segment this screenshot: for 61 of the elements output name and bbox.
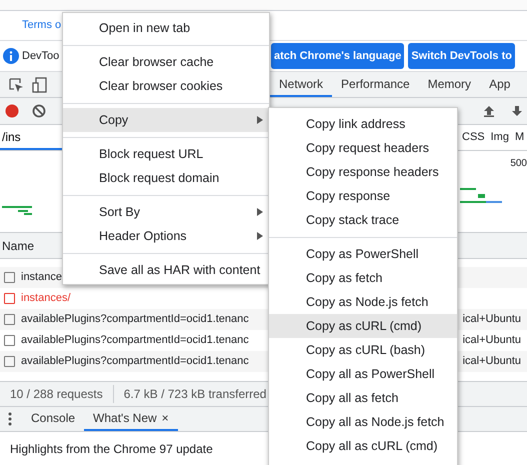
table-cell-text: availablePlugins?compartmentId=ocid1.tenanc [21,354,249,370]
panel-tab[interactable]: Performance [332,72,419,97]
menu-item[interactable]: Copy [63,108,269,132]
panel-tab[interactable]: Memory [418,72,480,97]
table-cell-text: ical+Ubuntu [462,333,521,348]
type-filter[interactable]: CSS [459,129,488,146]
menu-item[interactable]: Copy all as PowerShell [269,362,457,386]
column-header[interactable]: Name [2,236,34,254]
table-cell-text: ical+Ubuntu [462,354,521,370]
language-button[interactable]: atch Chrome's language [271,42,404,70]
tab-label[interactable]: What's New [93,409,157,427]
upload-icon[interactable] [483,105,495,117]
menu-item[interactable]: Clear browser cache [63,50,269,74]
menu-item[interactable]: Block request domain [63,166,269,190]
device-icon[interactable] [32,76,48,92]
menu-item[interactable]: Copy response headers [269,160,457,184]
table-cell-text: ical+Ubuntu [462,312,521,328]
menu-item[interactable]: Block request URL [63,142,269,166]
table-cell-text: instances/ [21,291,71,306]
menu-item[interactable]: Clear browser cookies [63,74,269,98]
table-cell-text: availablePlugins?compartmentId=ocid1.tenanc [21,333,249,348]
more-icon[interactable] [8,412,12,426]
download-icon[interactable] [511,105,523,117]
panel-tab[interactable]: App [480,72,520,97]
row-checkbox[interactable] [4,293,15,304]
type-filter[interactable]: Img [488,129,512,146]
menu-item[interactable]: Copy as fetch [269,266,457,290]
menu-item[interactable]: Copy request headers [269,136,457,160]
drawer-tab[interactable]: Console [22,407,84,431]
whats-new-text: Highlights from the Chrome 97 update [10,442,213,456]
menu-item[interactable]: Save all as HAR with content [63,258,269,282]
language-button[interactable]: Switch DevTools to [408,42,515,70]
menu-item[interactable]: Copy stack trace [269,208,457,232]
table-cell-text: availablePlugins?compartmentId=ocid1.tenanc [21,312,249,328]
timeline-bars-drawing [460,188,502,206]
timeline-tick: 500 [510,157,527,171]
table-cell-text: instance [21,270,62,286]
menu-item[interactable]: Copy as Node.js fetch [269,290,457,314]
timeline-bars-drawing [2,206,34,216]
infobar-text: DevToo [22,48,60,64]
inspect-icon[interactable] [8,76,24,92]
drawer-tab[interactable]: What's New × [84,407,178,431]
menu-item[interactable]: Open in new tab [63,16,269,40]
row-checkbox[interactable] [4,356,15,367]
row-checkbox[interactable] [4,314,15,325]
menu-item[interactable]: Copy as PowerShell [269,242,457,266]
menu-item[interactable]: Copy all as cURL (cmd) [269,434,457,458]
row-checkbox[interactable] [4,272,15,283]
menu-item[interactable]: Copy as cURL (bash) [269,338,457,362]
row-checkbox[interactable] [4,335,15,346]
type-filter[interactable]: M [512,129,527,146]
menu-item[interactable]: Copy all as Node.js fetch [269,410,457,434]
status-text: 10 / 288 requests [0,385,114,403]
terms-link[interactable]: Terms o [22,17,62,34]
info-icon [3,48,19,64]
close-button[interactable]: × [162,409,169,427]
menu-item[interactable]: Copy response [269,184,457,208]
menu-item[interactable]: Copy as cURL (cmd) [269,314,457,338]
clear-icon[interactable] [32,104,46,118]
record-icon[interactable] [5,104,19,118]
menu-item[interactable]: Copy link address [269,112,457,136]
